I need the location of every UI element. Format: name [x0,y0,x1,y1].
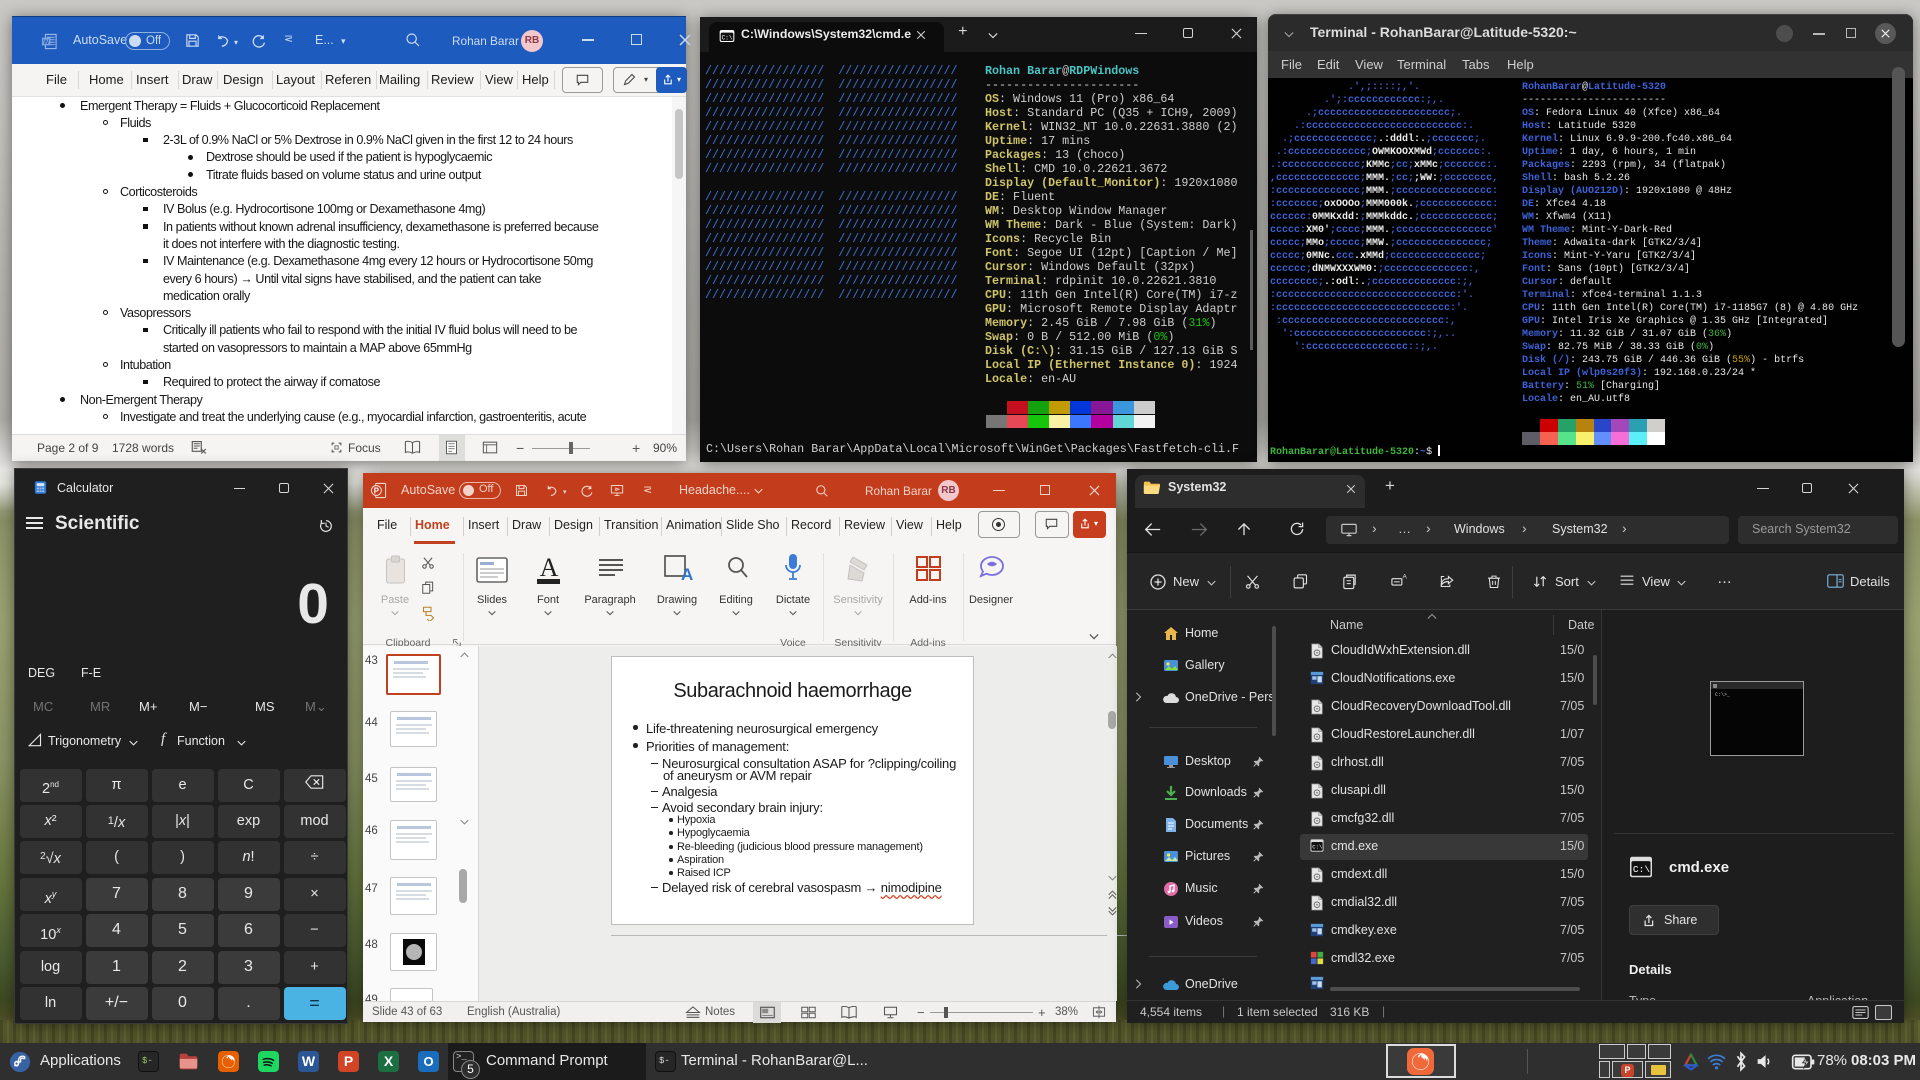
svg-text:C:\: C:\ [1633,864,1650,875]
svg-text:C:\: C:\ [1312,844,1323,851]
svg-text:P: P [374,486,379,495]
svg-text:A: A [681,565,693,584]
svg-text:W: W [43,39,49,46]
svg-text:C:\: C:\ [722,34,733,41]
svg-text:A: A [1403,574,1408,581]
